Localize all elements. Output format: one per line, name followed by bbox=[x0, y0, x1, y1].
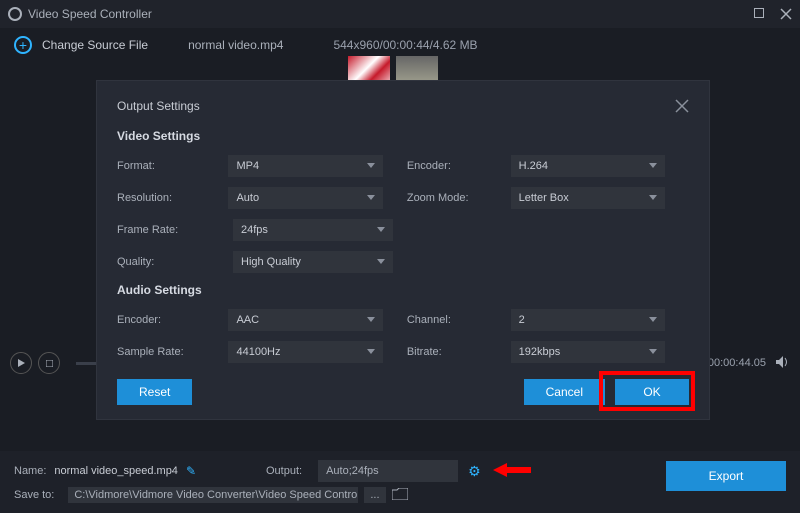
stop-button[interactable] bbox=[38, 352, 60, 374]
output-name-field[interactable]: normal video_speed.mp4 bbox=[54, 465, 178, 477]
name-label: Name: bbox=[14, 465, 46, 477]
open-folder-icon[interactable] bbox=[392, 488, 408, 503]
chevron-down-icon bbox=[367, 349, 375, 354]
chevron-down-icon bbox=[367, 163, 375, 168]
chevron-down-icon bbox=[367, 195, 375, 200]
resolution-select[interactable]: Auto bbox=[228, 187, 382, 209]
audio-encoder-select[interactable]: AAC bbox=[228, 309, 382, 331]
dialog-title: Output Settings bbox=[117, 99, 200, 113]
arrow-annotation bbox=[493, 461, 533, 482]
zoom-label: Zoom Mode: bbox=[407, 192, 511, 204]
app-title: Video Speed Controller bbox=[28, 7, 152, 21]
audio-encoder-row: Encoder: AAC Channel: 2 bbox=[117, 309, 689, 331]
chevron-down-icon bbox=[367, 317, 375, 322]
change-source-link[interactable]: Change Source File bbox=[42, 38, 148, 52]
titlebar: Video Speed Controller bbox=[0, 0, 800, 28]
framerate-row: Frame Rate: 24fps bbox=[117, 219, 689, 241]
zoom-mode-select[interactable]: Letter Box bbox=[511, 187, 665, 209]
resolution-label: Resolution: bbox=[117, 192, 228, 204]
framerate-select[interactable]: 24fps bbox=[233, 219, 393, 241]
bitrate-label: Bitrate: bbox=[407, 346, 511, 358]
samplerate-select[interactable]: 44100Hz bbox=[228, 341, 382, 363]
chevron-down-icon bbox=[649, 163, 657, 168]
add-source-icon[interactable]: + bbox=[14, 36, 32, 54]
samplerate-label: Sample Rate: bbox=[117, 346, 228, 358]
gear-icon[interactable]: ⚙ bbox=[468, 463, 481, 480]
ok-button[interactable]: OK bbox=[615, 379, 689, 405]
format-label: Format: bbox=[117, 160, 228, 172]
chevron-down-icon bbox=[649, 317, 657, 322]
time-display: 00:00:44.05 bbox=[708, 357, 766, 369]
app-logo-icon bbox=[8, 7, 22, 21]
quality-label: Quality: bbox=[117, 256, 233, 268]
video-encoder-select[interactable]: H.264 bbox=[511, 155, 665, 177]
encoder-label: Encoder: bbox=[407, 160, 511, 172]
video-settings-heading: Video Settings bbox=[117, 129, 689, 143]
output-label: Output: bbox=[266, 465, 302, 477]
bitrate-select[interactable]: 192kbps bbox=[511, 341, 665, 363]
saveto-label: Save to: bbox=[14, 489, 54, 501]
close-icon[interactable] bbox=[780, 8, 792, 20]
audio-settings-heading: Audio Settings bbox=[117, 283, 689, 297]
format-row: Format: MP4 Encoder: H.264 bbox=[117, 155, 689, 177]
edit-name-icon[interactable]: ✎ bbox=[186, 464, 196, 478]
reset-button[interactable]: Reset bbox=[117, 379, 192, 405]
source-metadata: 544x960/00:00:44/4.62 MB bbox=[333, 38, 477, 52]
channel-label: Channel: bbox=[407, 314, 511, 326]
resolution-row: Resolution: Auto Zoom Mode: Letter Box bbox=[117, 187, 689, 209]
samplerate-row: Sample Rate: 44100Hz Bitrate: 192kbps bbox=[117, 341, 689, 363]
chevron-down-icon bbox=[377, 227, 385, 232]
output-format-field[interactable]: Auto;24fps bbox=[318, 460, 458, 482]
export-button[interactable]: Export bbox=[666, 461, 786, 491]
format-select[interactable]: MP4 bbox=[228, 155, 382, 177]
browse-button[interactable]: ... bbox=[364, 487, 385, 503]
audio-encoder-label: Encoder: bbox=[117, 314, 228, 326]
quality-row: Quality: High Quality bbox=[117, 251, 689, 273]
volume-icon[interactable] bbox=[776, 356, 790, 371]
chevron-down-icon bbox=[649, 349, 657, 354]
chevron-down-icon bbox=[649, 195, 657, 200]
framerate-label: Frame Rate: bbox=[117, 224, 233, 236]
play-button[interactable] bbox=[10, 352, 32, 374]
maximize-icon[interactable] bbox=[754, 8, 766, 20]
chevron-down-icon bbox=[377, 259, 385, 264]
quality-select[interactable]: High Quality bbox=[233, 251, 393, 273]
dialog-close-icon[interactable] bbox=[675, 99, 689, 113]
bottom-bar: Name: normal video_speed.mp4 ✎ Output: A… bbox=[0, 451, 800, 513]
output-settings-dialog: Output Settings Video Settings Format: M… bbox=[96, 80, 710, 420]
dialog-footer: Reset Cancel OK bbox=[117, 379, 689, 405]
channel-select[interactable]: 2 bbox=[511, 309, 665, 331]
source-filename: normal video.mp4 bbox=[188, 38, 283, 52]
cancel-button[interactable]: Cancel bbox=[524, 379, 605, 405]
saveto-path-field[interactable]: C:\Vidmore\Vidmore Video Converter\Video… bbox=[68, 487, 358, 503]
